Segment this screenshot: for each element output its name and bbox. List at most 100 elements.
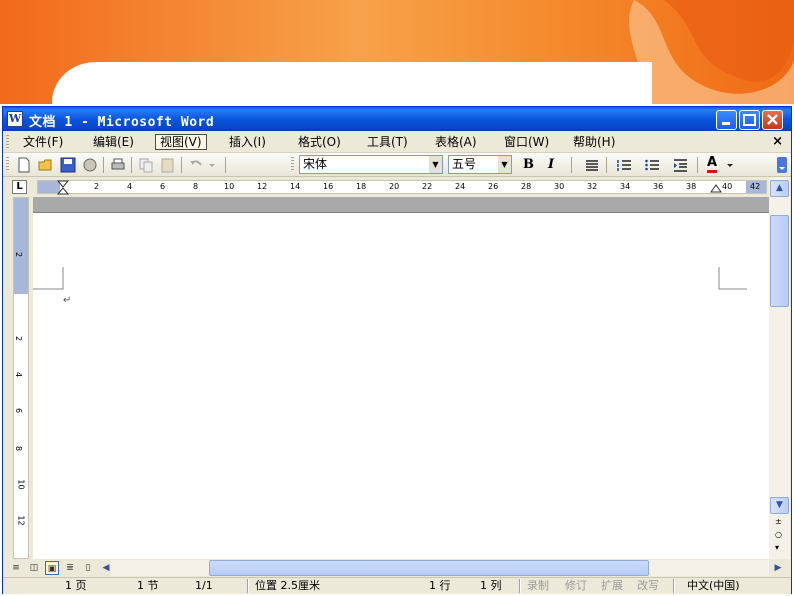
maximize-button[interactable] [739,110,760,130]
new-document-icon[interactable] [15,156,33,174]
font-color-button[interactable]: A [707,156,718,173]
menu-file[interactable]: 文件(F) [19,134,67,150]
word-window: W 文档 1 - Microsoft Word 文件(F) 编辑(E) 视图(V… [2,106,792,594]
word-app-icon[interactable]: W [7,111,23,127]
vertical-ruler[interactable]: 2 2 4 6 8 10 12 [13,197,29,559]
vertical-scroll-thumb[interactable] [770,215,789,307]
toolbar-separator [606,157,607,173]
ruler-number: 10 [224,182,235,191]
menu-window[interactable]: 窗口(W) [500,134,553,150]
status-page-of: 1/1 [195,579,213,592]
align-justify-icon[interactable] [583,156,601,174]
undo-dropdown-icon[interactable] [207,156,217,174]
undo-icon[interactable] [187,156,205,174]
menu-help[interactable]: 帮助(H) [569,134,619,150]
right-margin-corner-mark [718,267,747,290]
toolbar-grip[interactable] [6,157,9,171]
close-window-button[interactable] [762,110,783,130]
toolbar-separator [571,157,572,173]
ruler-number: 36 [653,182,664,191]
select-browse-object-icon[interactable]: ○ [775,530,782,539]
font-size-select[interactable]: 五号 ▼ [448,155,512,174]
banner-white-area [52,62,652,104]
chevron-down-icon[interactable]: ▼ [498,156,511,173]
italic-button[interactable]: I [548,156,554,174]
status-divider [673,579,675,593]
previous-page-icon[interactable]: ± [775,517,782,526]
chevron-down-icon[interactable]: ▼ [429,156,442,173]
save-icon[interactable] [59,156,77,174]
scroll-up-button[interactable]: ▲ [770,180,789,197]
ruler-number: 2 [94,182,100,191]
status-overtype-mode[interactable]: 改写 [637,579,659,593]
minimize-button[interactable] [716,110,737,130]
menu-insert[interactable]: 插入(I) [225,134,270,150]
close-icon [767,114,778,125]
print-icon[interactable] [109,156,127,174]
toolbar-options-icon[interactable] [776,156,788,174]
font-name-value: 宋体 [303,157,328,171]
scroll-right-button[interactable]: ▶ [771,561,785,575]
horizontal-scrollbar[interactable] [111,560,769,576]
next-page-icon[interactable]: ▾ [775,543,779,552]
status-column: 1 列 [480,579,502,592]
status-extend-mode[interactable]: 扩展 [601,579,623,593]
menu-format[interactable]: 格式(O) [294,134,345,150]
print-layout-view-icon[interactable]: ▣ [45,561,59,575]
title-bar[interactable]: W 文档 1 - Microsoft Word [3,107,791,131]
ruler-number: 2 [14,251,24,258]
vertical-scrollbar[interactable]: ▲ ▼ ± ○ ▾ [769,177,790,559]
horizontal-ruler[interactable]: 2 4 6 8 10 12 14 16 18 20 22 24 26 28 30… [37,180,767,196]
reading-layout-view-icon[interactable]: ▯ [81,561,95,575]
menu-view[interactable]: 视图(V) [155,134,207,150]
menu-table[interactable]: 表格(A) [431,134,481,150]
paragraph-mark: ↵ [63,295,72,306]
bold-button[interactable]: B [523,156,534,174]
horizontal-scroll-row: ≡ ◫ ▣ ≣ ▯ ◀ ▶ [3,559,791,577]
menubar-grip[interactable] [6,135,9,149]
status-language[interactable]: 中文(中国) [687,579,740,593]
ruler-number: 8 [193,182,199,191]
normal-view-icon[interactable]: ≡ [9,561,23,575]
bullet-list-icon[interactable] [643,156,661,174]
ruler-top-margin [14,198,28,294]
copy-icon[interactable] [137,156,155,174]
toolbar-grip[interactable] [291,157,294,171]
right-indent-marker-icon[interactable] [710,182,722,193]
menu-tools[interactable]: 工具(T) [363,134,412,150]
ruler-number: 38 [686,182,697,191]
open-folder-icon[interactable] [37,156,55,174]
font-name-select[interactable]: 宋体 ▼ [299,155,443,174]
toolbar-separator [131,157,132,173]
document-area[interactable]: ↵ [33,197,769,559]
status-section: 1 节 [137,579,159,592]
status-bar: 1 页 1 节 1/1 位置 2.5厘米 1 行 1 列 录制 修订 扩展 改写… [3,577,791,594]
indent-icon[interactable] [671,156,689,174]
scroll-down-button[interactable]: ▼ [770,497,789,514]
font-color-dropdown-icon[interactable] [725,156,735,174]
slide-banner [0,0,794,104]
ruler-number: 20 [389,182,400,191]
status-divider [519,579,521,593]
numbered-list-icon[interactable] [615,156,633,174]
ruler-number: 22 [422,182,433,191]
web-layout-view-icon[interactable]: ◫ [27,561,41,575]
status-position: 位置 2.5厘米 [255,579,320,592]
page-top-gap [33,197,769,213]
outline-view-icon[interactable]: ≣ [63,561,77,575]
ruler-number: 42 [750,182,761,191]
status-record-mode[interactable]: 录制 [527,579,549,593]
indent-marker-icon[interactable] [57,180,69,196]
left-margin-corner-mark [33,267,64,290]
document-close-button[interactable]: × [772,134,783,149]
horizontal-scroll-thumb[interactable] [209,560,649,576]
toolbar-separator [103,157,104,173]
menu-edit[interactable]: 编辑(E) [89,134,138,150]
status-page: 1 页 [65,579,87,592]
status-track-changes[interactable]: 修订 [565,579,587,593]
ruler-number: 4 [14,371,24,378]
paste-icon[interactable] [159,156,177,174]
permission-icon[interactable] [81,156,99,174]
tab-selector[interactable]: L [12,180,27,194]
ruler-number: 18 [356,182,367,191]
